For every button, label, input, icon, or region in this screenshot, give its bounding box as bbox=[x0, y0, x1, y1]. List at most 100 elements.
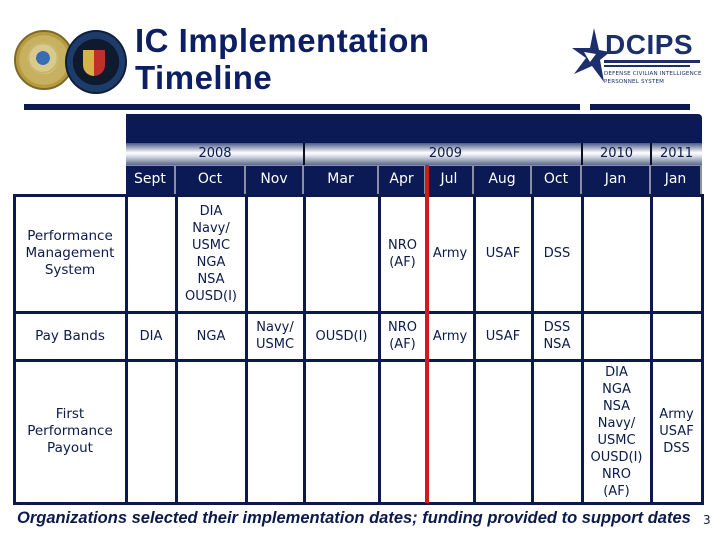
organization-name: DSS bbox=[663, 441, 690, 456]
timeline-cell: NRO (AF) bbox=[379, 312, 426, 360]
intelligence-shield-icon bbox=[83, 50, 105, 76]
timeline-cell bbox=[582, 195, 651, 312]
timeline-cell: Army bbox=[426, 195, 474, 312]
footer-note: Organizations selected their implementat… bbox=[17, 509, 691, 527]
organization-name: USAF bbox=[485, 328, 521, 344]
current-date-marker bbox=[425, 165, 429, 503]
organization-name: USMC bbox=[255, 337, 295, 352]
organization-name: Army bbox=[432, 328, 468, 344]
timeline-cell bbox=[304, 195, 379, 312]
timeline-cell bbox=[126, 195, 176, 312]
row-label-line: First bbox=[55, 406, 85, 422]
timeline-cell bbox=[426, 360, 474, 503]
grid-line-vertical bbox=[175, 195, 178, 505]
timeline-cell: USAF bbox=[474, 312, 532, 360]
row-label: Performance Management System bbox=[14, 195, 126, 312]
title-line-2: Timeline bbox=[135, 59, 273, 96]
organization-name: DIA bbox=[139, 328, 163, 344]
grid-line-vertical bbox=[245, 195, 248, 505]
organization-name: DSS bbox=[543, 320, 571, 335]
row-label-line: Payout bbox=[47, 440, 93, 456]
timeline-cell: DIA NGA NSA Navy/USMC OUSD(I) NRO (AF) bbox=[582, 360, 651, 503]
month-header: Jan bbox=[651, 166, 702, 195]
month-header: Mar bbox=[304, 166, 379, 195]
timeline-cell: USAF bbox=[474, 195, 532, 312]
timeline-cell bbox=[651, 312, 702, 360]
grid-line-horizontal bbox=[13, 502, 704, 505]
organization-name: OUSD(I) bbox=[315, 328, 368, 344]
row-label-line: Pay Bands bbox=[35, 327, 105, 344]
army-seal-emblem-icon bbox=[27, 42, 59, 74]
month-header: Oct bbox=[176, 166, 246, 195]
timeline-cell: Navy/USMC bbox=[246, 312, 304, 360]
timeline-cell bbox=[532, 360, 582, 503]
timeline-cell: DIA Navy/USMC NGA NSA OUSD(I) bbox=[176, 195, 246, 312]
dcips-swoosh-1 bbox=[604, 60, 700, 63]
year-separator bbox=[650, 143, 652, 165]
organization-name: OUSD(I) bbox=[590, 449, 643, 465]
timeline-header-band bbox=[126, 114, 702, 144]
timeline-cell: NGA bbox=[176, 312, 246, 360]
year-label: 2010 bbox=[599, 146, 634, 161]
year-separator bbox=[303, 143, 305, 165]
timeline-cell bbox=[304, 360, 379, 503]
row-label-line: Performance bbox=[27, 423, 113, 439]
page-number: 3 bbox=[703, 513, 711, 527]
row-label: First Performance Payout bbox=[14, 360, 126, 503]
year-2008: 2008 bbox=[126, 143, 304, 165]
organization-name: DIA bbox=[605, 364, 628, 380]
row-label-line: Performance bbox=[27, 228, 113, 244]
grid-line-vertical bbox=[13, 195, 16, 505]
month-header: Sept bbox=[126, 166, 176, 195]
year-label: 2009 bbox=[428, 146, 462, 161]
month-header: Oct bbox=[532, 166, 582, 195]
organization-name: NSA bbox=[602, 398, 631, 414]
organization-name: Navy/ bbox=[597, 415, 636, 431]
timeline-cell bbox=[379, 360, 426, 503]
year-2010: 2010 bbox=[582, 143, 651, 165]
year-2009: 2009 bbox=[304, 143, 582, 165]
grid-line-horizontal bbox=[13, 194, 704, 197]
organization-name: USMC bbox=[191, 237, 231, 253]
timeline-cell: NRO (AF) bbox=[379, 195, 426, 312]
grid-line-vertical bbox=[303, 195, 306, 505]
grid-line-vertical bbox=[473, 195, 476, 505]
dcips-swoosh-2 bbox=[604, 65, 690, 67]
organization-name: OUSD(I) bbox=[185, 288, 237, 304]
grid-line-vertical bbox=[701, 195, 704, 505]
organization-name: (AF) bbox=[603, 483, 630, 499]
timeline-cell bbox=[474, 360, 532, 503]
timeline-cell: DIA bbox=[126, 312, 176, 360]
organization-name: NRO bbox=[388, 320, 417, 335]
year-separator bbox=[581, 143, 583, 165]
grid-line-vertical bbox=[581, 195, 584, 505]
timeline-cell: Army bbox=[426, 312, 474, 360]
timeline-cell bbox=[246, 360, 304, 503]
year-label: 2008 bbox=[198, 146, 232, 161]
row-label: Pay Bands bbox=[14, 312, 126, 360]
grid-line-vertical bbox=[531, 195, 534, 505]
slide-title: IC Implementation Timeline bbox=[135, 22, 430, 96]
row-label-line: Management bbox=[25, 245, 115, 261]
year-2011: 2011 bbox=[651, 143, 702, 165]
organization-name: NRO bbox=[388, 237, 417, 253]
organization-name: NGA bbox=[196, 328, 226, 344]
grid-line-vertical bbox=[378, 195, 381, 505]
month-header: Jul bbox=[426, 166, 474, 195]
organization-name: NRO bbox=[602, 466, 631, 482]
timeline-cell: DSS NSA bbox=[532, 312, 582, 360]
timeline-cell: Army USAF DSS bbox=[651, 360, 702, 503]
organization-name: Army bbox=[432, 246, 468, 261]
year-label: 2011 bbox=[659, 146, 694, 161]
month-header: Aug bbox=[474, 166, 532, 195]
grid-line-horizontal bbox=[13, 359, 704, 362]
organization-name: Army bbox=[659, 407, 694, 422]
organization-name: USAF bbox=[659, 424, 694, 439]
dcips-star-icon bbox=[572, 28, 610, 82]
organization-name: Navy/ bbox=[192, 220, 230, 236]
timeline-cell bbox=[176, 360, 246, 503]
organization-name: NGA bbox=[602, 381, 631, 397]
organization-name: USAF bbox=[485, 246, 521, 261]
title-line-1: IC Implementation bbox=[135, 22, 430, 59]
organization-name: DIA bbox=[199, 203, 223, 219]
